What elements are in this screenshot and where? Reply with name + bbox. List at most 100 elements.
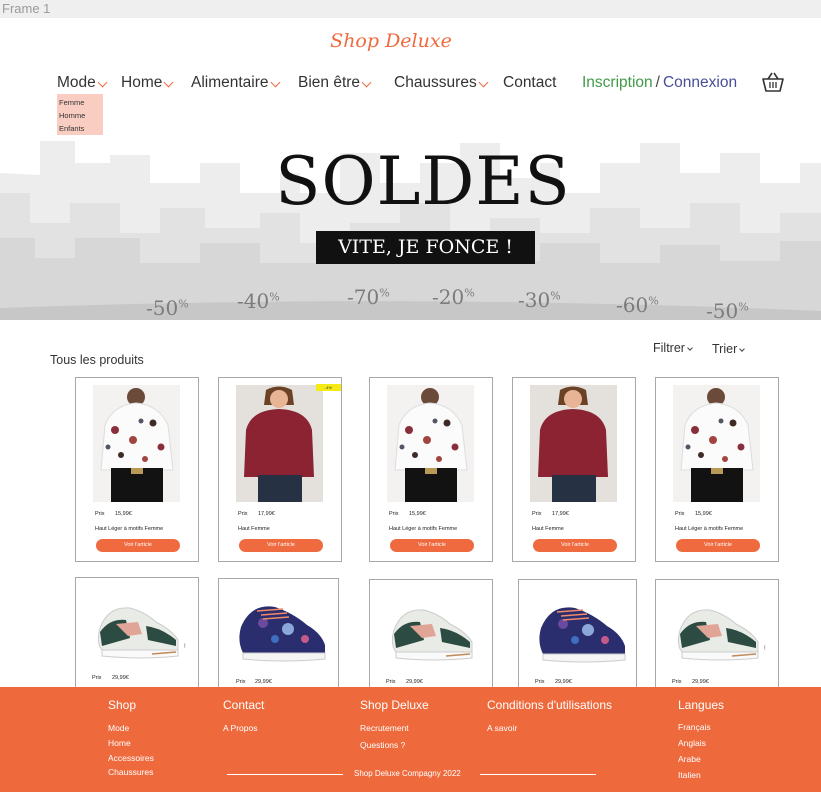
price-value: 15,99€ [695, 511, 712, 517]
nav-item-mode[interactable]: Mode [57, 74, 108, 92]
product-card[interactable]: Prix 15,99€ Haut Léger à motifs Femme Vo… [655, 377, 779, 562]
chevron-down-icon [270, 77, 280, 88]
footer-link[interactable]: Chaussures [108, 767, 153, 777]
price-label: Prix [95, 511, 105, 517]
mode-submenu: Femme Homme Enfants [57, 94, 103, 135]
footer-link[interactable]: Mode [108, 723, 129, 733]
footer-link[interactable]: Home [108, 738, 131, 748]
hero-cta-button[interactable]: VITE, JE FONCE ! [316, 231, 535, 264]
chevron-down-icon [687, 345, 693, 351]
submenu-item-enfants[interactable]: Enfants [59, 122, 103, 135]
language-option[interactable]: Italien [678, 770, 701, 780]
price-label: Prix [672, 679, 682, 685]
sort-dropdown[interactable]: Trier [712, 342, 746, 356]
product-card[interactable]: Prix 29,99€ [218, 578, 339, 692]
sort-label: Trier [712, 342, 738, 356]
price-value: 15,99€ [115, 511, 132, 517]
footer-link[interactable]: Recrutement [360, 723, 409, 733]
product-image[interactable] [236, 385, 323, 502]
price-value: 29,99€ [692, 679, 709, 685]
product-image[interactable] [233, 589, 329, 669]
discount-label: -50% [146, 296, 189, 320]
price-value: 17,99€ [258, 511, 275, 517]
footer-heading-shop: Shop [108, 698, 137, 712]
chevron-down-icon [163, 77, 174, 88]
product-image[interactable] [533, 590, 629, 670]
discount-label: -20% [432, 285, 475, 309]
hero-title: SOLDES [275, 143, 571, 220]
basket-icon[interactable] [761, 70, 785, 94]
view-article-button[interactable]: Voir l'article [390, 539, 474, 552]
submenu-item-homme[interactable]: Homme [59, 109, 103, 122]
product-name: Haut Léger à motifs Femme [95, 526, 164, 532]
inscription-link[interactable]: Inscription [582, 74, 653, 91]
nav-item-alimentaire[interactable]: Alimentaire [191, 74, 280, 92]
discount-label: -50% [706, 299, 749, 323]
discount-badge: -4% [316, 384, 341, 391]
shop-logo[interactable]: Shop Deluxe [0, 30, 782, 52]
product-image[interactable] [387, 385, 474, 502]
product-card[interactable]: Prix 15,99€ Haut Léger à motifs Femme Vo… [75, 377, 199, 562]
product-image[interactable] [670, 590, 766, 670]
price-label: Prix [92, 675, 102, 681]
footer-heading-conditions: Conditions d'utilisations [487, 698, 613, 712]
product-image[interactable] [673, 385, 760, 502]
footer-copyright: Shop Deluxe Compagny 2022 [354, 769, 461, 778]
nav-item-bien-etre[interactable]: Bien être [298, 74, 372, 92]
discount-label: -70% [347, 285, 390, 309]
price-label: Prix [535, 679, 545, 685]
footer-heading-shop-deluxe: Shop Deluxe [360, 698, 429, 712]
view-article-button[interactable]: Voir l'article [533, 539, 617, 552]
nav-item-chaussures[interactable]: Chaussures [394, 74, 489, 92]
product-card[interactable]: ! Prix 29,99€ [75, 577, 199, 692]
product-card[interactable]: Prix 29,99€ [518, 579, 637, 692]
filter-label: Filtrer [653, 341, 685, 355]
submenu-item-femme[interactable]: Femme [59, 96, 103, 109]
price-value: 29,99€ [112, 675, 129, 681]
view-article-button[interactable]: Voir l'article [96, 539, 180, 552]
product-card[interactable]: ! Prix 29,99€ [655, 579, 779, 692]
product-card[interactable]: -4% Prix 17,99€ Haut Femme Voir l'articl… [218, 377, 342, 562]
product-card[interactable]: Prix 17,99€ Haut Femme Voir l'article [512, 377, 636, 562]
nav-item-home[interactable]: Home [121, 74, 174, 92]
footer-link[interactable]: A Propos [223, 723, 258, 733]
view-article-button[interactable]: Voir l'article [239, 539, 323, 552]
nav-item-label: Bien être [298, 74, 361, 91]
auth-links: Inscription / Connexion [582, 74, 737, 92]
footer-link[interactable]: Accessoires [108, 753, 154, 763]
product-image[interactable] [93, 385, 180, 502]
footer-heading-contact: Contact [223, 698, 265, 712]
nav-item-label: Alimentaire [191, 74, 269, 91]
connexion-link[interactable]: Connexion [663, 74, 737, 91]
product-image[interactable] [530, 385, 617, 502]
product-name: Haut Léger à motifs Femme [389, 526, 458, 532]
footer-link[interactable]: Questions ? [360, 740, 405, 750]
product-image[interactable] [90, 588, 186, 668]
price-label: Prix [532, 511, 542, 517]
view-article-button[interactable]: Voir l'article [676, 539, 760, 552]
price-value: 15,99€ [409, 511, 426, 517]
language-option[interactable]: Anglais [678, 738, 706, 748]
site-footer: Shop Mode Home Accessoires Chaussures Co… [0, 687, 821, 792]
nav-item-label: Contact [503, 74, 557, 91]
product-name: Haut Léger à motifs Femme [675, 526, 744, 532]
discount-label: -60% [616, 293, 659, 317]
nav-item-label: Chaussures [394, 74, 477, 91]
product-image[interactable] [384, 590, 480, 670]
language-option[interactable]: Arabe [678, 754, 701, 764]
price-value: 29,99€ [406, 679, 423, 685]
nav-item-contact[interactable]: Contact [503, 74, 556, 92]
product-card[interactable]: Prix 29,99€ [369, 579, 493, 692]
nav-item-label: Home [121, 74, 163, 91]
nav-item-label: Mode [57, 74, 96, 91]
chevron-down-icon [478, 77, 489, 88]
discount-label: -30% [518, 288, 561, 312]
product-name: Haut Femme [238, 526, 270, 532]
language-option[interactable]: Français [678, 722, 711, 732]
price-label: Prix [675, 511, 685, 517]
chevron-down-icon [361, 77, 372, 88]
filter-dropdown[interactable]: Filtrer [653, 341, 693, 355]
product-card[interactable]: Prix 15,99€ Haut Léger à motifs Femme Vo… [369, 377, 493, 562]
footer-divider [480, 774, 596, 775]
footer-link[interactable]: A savoir [487, 723, 517, 733]
